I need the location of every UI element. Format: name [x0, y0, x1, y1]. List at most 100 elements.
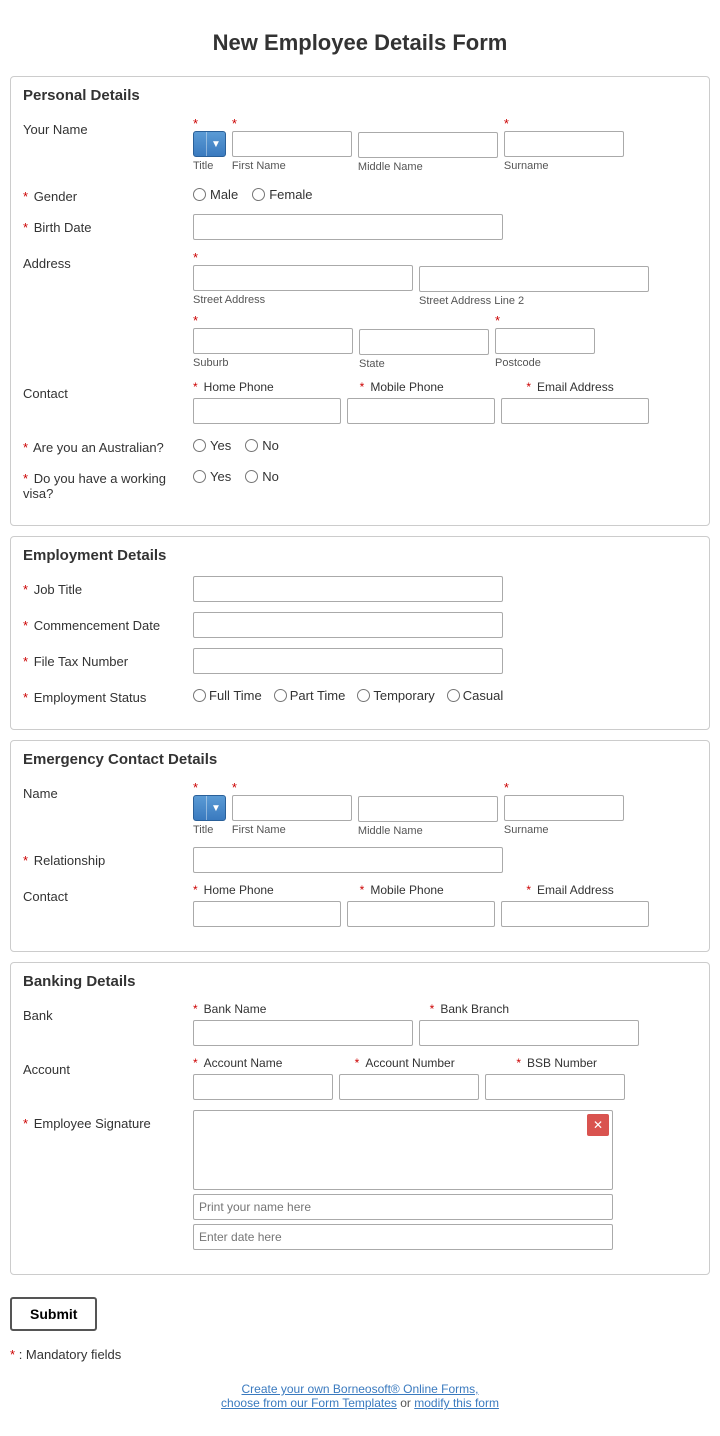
parttime-radio[interactable]: [274, 689, 287, 702]
street2-unit: Street Address Line 2: [419, 250, 649, 307]
emergency-name-row: Name * ▼ Title * First Name Middle Name: [23, 780, 697, 837]
relationship-row: * Relationship: [23, 847, 697, 873]
footer-link2[interactable]: choose from our Form Templates: [221, 1396, 397, 1410]
emerg-surname-label: Surname: [504, 824, 624, 836]
temporary-option[interactable]: Temporary: [357, 688, 434, 703]
accountnumber-input[interactable]: [339, 1074, 479, 1100]
firstname-label: First Name: [232, 160, 352, 172]
visa-yes-option[interactable]: Yes: [193, 469, 231, 484]
suburb-req: *: [193, 313, 353, 328]
emerg-email-label: Email Address: [537, 883, 614, 897]
visa-no-option[interactable]: No: [245, 469, 279, 484]
visa-yes-radio[interactable]: [193, 470, 206, 483]
gender-female-radio[interactable]: [252, 188, 265, 201]
birthdate-input[interactable]: [193, 214, 503, 240]
street1-input[interactable]: [193, 265, 413, 291]
australian-no-option[interactable]: No: [245, 438, 279, 453]
fulltime-option[interactable]: Full Time: [193, 688, 262, 703]
account-fields: * Account Name * Account Number * BSB Nu…: [193, 1056, 625, 1100]
emerg-firstname-input[interactable]: [232, 795, 352, 821]
title-dropdown-button[interactable]: ▼: [193, 131, 226, 157]
homephone-input[interactable]: [193, 398, 341, 424]
accountname-label: Account Name: [204, 1056, 349, 1070]
contact-labels-row: * Home Phone * Mobile Phone * Email Addr…: [193, 380, 649, 394]
australian-label: * Are you an Australian?: [23, 434, 193, 455]
bankbranch-input[interactable]: [419, 1020, 639, 1046]
fulltime-label: Full Time: [209, 688, 262, 703]
footer-line1: Create your own Borneosoft® Online Forms…: [10, 1382, 710, 1396]
emergency-contact-label-text: Contact: [23, 889, 68, 904]
street2-label: Street Address Line 2: [419, 295, 649, 307]
suburb-unit: * Suburb: [193, 313, 353, 370]
file-tax-input[interactable]: [193, 648, 503, 674]
bank-label-text: Bank: [23, 1008, 53, 1023]
gender-female-option[interactable]: Female: [252, 187, 312, 202]
emerg-surname-input[interactable]: [504, 795, 624, 821]
account-label-text: Account: [23, 1062, 70, 1077]
emerg-firstname-unit: * First Name: [232, 780, 352, 837]
accountnumber-label: Account Number: [365, 1056, 510, 1070]
state-input[interactable]: [359, 329, 489, 355]
australian-yes-radio[interactable]: [193, 439, 206, 452]
emerg-homephone-input[interactable]: [193, 901, 341, 927]
working-visa-label: * Do you have a working visa?: [23, 465, 193, 501]
suburb-input[interactable]: [193, 328, 353, 354]
middlename-input[interactable]: [358, 132, 498, 158]
accountname-input[interactable]: [193, 1074, 333, 1100]
bankname-input[interactable]: [193, 1020, 413, 1046]
email-input[interactable]: [501, 398, 649, 424]
birthdate-label-text: Birth Date: [34, 220, 92, 235]
commencement-input[interactable]: [193, 612, 503, 638]
relationship-input[interactable]: [193, 847, 503, 873]
file-tax-label: * File Tax Number: [23, 648, 193, 669]
title-req-star: *: [193, 116, 226, 131]
file-tax-label-text: File Tax Number: [34, 654, 128, 669]
mandatory-req-star: *: [10, 1347, 15, 1362]
australian-no-radio[interactable]: [245, 439, 258, 452]
australian-yes-option[interactable]: Yes: [193, 438, 231, 453]
casual-option[interactable]: Casual: [447, 688, 503, 703]
footer-link3[interactable]: modify this form: [414, 1396, 499, 1410]
street2-input[interactable]: [419, 266, 649, 292]
gender-male-option[interactable]: Male: [193, 187, 238, 202]
bsbnumber-label: BSB Number: [527, 1056, 597, 1070]
employment-status-label: * Employment Status: [23, 684, 193, 705]
temporary-radio[interactable]: [357, 689, 370, 702]
job-title-label-text: Job Title: [34, 582, 82, 597]
emerg-title-unit: * ▼ Title: [193, 780, 226, 837]
postcode-input[interactable]: [495, 328, 595, 354]
signature-label-text: Employee Signature: [34, 1116, 151, 1131]
contact-label-text: Contact: [23, 386, 68, 401]
job-title-row: * Job Title: [23, 576, 697, 602]
firstname-input[interactable]: [232, 131, 352, 157]
signature-canvas[interactable]: ✕: [193, 1110, 613, 1190]
gender-male-radio[interactable]: [193, 188, 206, 201]
casual-radio[interactable]: [447, 689, 460, 702]
working-visa-label-text: Do you have a working visa?: [23, 471, 166, 501]
email-req: *: [526, 380, 531, 394]
your-name-fields: * ▼ Title * First Name Middle Name * Sur…: [193, 116, 697, 173]
bsbnumber-input[interactable]: [485, 1074, 625, 1100]
signature-clear-button[interactable]: ✕: [587, 1114, 609, 1136]
firstname-req-star: *: [232, 116, 352, 131]
commencement-label-text: Commencement Date: [34, 618, 160, 633]
print-name-input[interactable]: [193, 1194, 613, 1220]
parttime-option[interactable]: Part Time: [274, 688, 346, 703]
title-field-unit: * ▼ Title: [193, 116, 226, 173]
surname-input[interactable]: [504, 131, 624, 157]
fulltime-radio[interactable]: [193, 689, 206, 702]
submit-button[interactable]: Submit: [10, 1297, 97, 1331]
emerg-title-label: Title: [193, 824, 226, 836]
job-title-input[interactable]: [193, 576, 503, 602]
emerg-title-dropdown[interactable]: ▼: [193, 795, 226, 821]
visa-no-radio[interactable]: [245, 470, 258, 483]
mobilephone-input[interactable]: [347, 398, 495, 424]
emerg-middlename-input[interactable]: [358, 796, 498, 822]
mandatory-note: * : Mandatory fields: [10, 1347, 710, 1362]
emerg-email-input[interactable]: [501, 901, 649, 927]
date-input[interactable]: [193, 1224, 613, 1250]
emerg-mobilephone-input[interactable]: [347, 901, 495, 927]
footer-link1[interactable]: Create your own Borneosoft® Online Forms…: [242, 1382, 479, 1396]
contact-fields-group: * Home Phone * Mobile Phone * Email Addr…: [193, 380, 649, 424]
emergency-name-label: Name: [23, 780, 193, 801]
